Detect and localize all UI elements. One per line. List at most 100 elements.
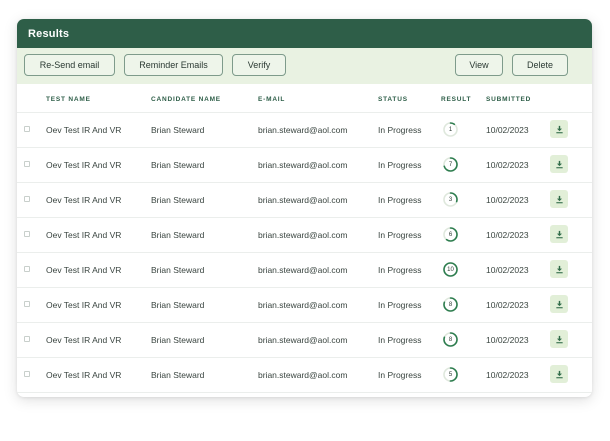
candidate-name-cell: Brian Steward <box>151 195 205 205</box>
download-button[interactable] <box>550 190 568 208</box>
result-value: 5 <box>448 371 453 378</box>
submitted-date-cell: 10/02/2023 <box>486 300 529 310</box>
table-row[interactable]: Oev Test IR And VR Brian Steward brian.ste… <box>17 218 592 253</box>
reminder-emails-button[interactable]: Reminder Emails <box>124 54 223 76</box>
candidate-name-cell: Brian Steward <box>151 125 205 135</box>
result-progress-ring: 5 <box>442 366 459 383</box>
status-cell: In Progress <box>378 265 422 275</box>
download-button[interactable] <box>550 155 568 173</box>
status-cell: In Progress <box>378 370 422 380</box>
table-row[interactable]: Oev Test IR And VR Brian Steward brian.ste… <box>17 288 592 323</box>
download-button[interactable] <box>550 365 568 383</box>
status-cell: In Progress <box>378 335 422 345</box>
column-header-test-name: TEST NAME <box>46 96 91 103</box>
candidate-name-cell: Brian Steward <box>151 335 205 345</box>
column-header-status: STATUS <box>378 96 408 103</box>
download-icon <box>555 265 563 273</box>
table-row[interactable]: Oev Test IR And VR Brian Steward brian.ste… <box>17 323 592 358</box>
result-value: 10 <box>447 266 454 273</box>
test-name-cell: Oev Test IR And VR <box>46 230 122 240</box>
result-progress-ring: 8 <box>442 331 459 348</box>
submitted-date-cell: 10/02/2023 <box>486 195 529 205</box>
email-cell: brian.steward@aol.com <box>258 125 348 135</box>
result-value: 8 <box>448 301 453 308</box>
test-name-cell: Oev Test IR And VR <box>46 335 122 345</box>
candidate-name-cell: Brian Steward <box>151 265 205 275</box>
download-button[interactable] <box>550 260 568 278</box>
email-cell: brian.steward@aol.com <box>258 265 348 275</box>
row-checkbox[interactable] <box>24 231 30 237</box>
candidate-name-cell: Brian Steward <box>151 300 205 310</box>
test-name-cell: Oev Test IR And VR <box>46 370 122 380</box>
column-header-candidate-name: CANDIDATE NAME <box>151 96 221 103</box>
result-value: 1 <box>448 126 453 133</box>
delete-button[interactable]: Delete <box>512 54 568 76</box>
status-cell: In Progress <box>378 125 422 135</box>
result-progress-ring: 1 <box>442 121 459 138</box>
candidate-name-cell: Brian Steward <box>151 370 205 380</box>
row-checkbox[interactable] <box>24 161 30 167</box>
email-cell: brian.steward@aol.com <box>258 370 348 380</box>
view-button[interactable]: View <box>455 54 503 76</box>
status-cell: In Progress <box>378 300 422 310</box>
row-checkbox[interactable] <box>24 196 30 202</box>
result-value: 3 <box>448 196 453 203</box>
download-icon <box>555 195 563 203</box>
download-icon <box>555 125 563 133</box>
download-icon <box>555 370 563 378</box>
email-cell: brian.steward@aol.com <box>258 230 348 240</box>
submitted-date-cell: 10/02/2023 <box>486 160 529 170</box>
test-name-cell: Oev Test IR And VR <box>46 265 122 275</box>
test-name-cell: Oev Test IR And VR <box>46 300 122 310</box>
resend-email-button[interactable]: Re-Send email <box>24 54 115 76</box>
row-checkbox[interactable] <box>24 126 30 132</box>
verify-button[interactable]: Verify <box>232 54 286 76</box>
row-checkbox[interactable] <box>24 371 30 377</box>
table-body: Oev Test IR And VR Brian Steward brian.ste… <box>17 112 592 393</box>
download-button[interactable] <box>550 295 568 313</box>
download-icon <box>555 335 563 343</box>
row-checkbox[interactable] <box>24 301 30 307</box>
result-progress-ring: 3 <box>442 191 459 208</box>
result-value: 8 <box>448 336 453 343</box>
row-checkbox[interactable] <box>24 336 30 342</box>
result-value: 7 <box>448 161 453 168</box>
submitted-date-cell: 10/02/2023 <box>486 370 529 380</box>
status-cell: In Progress <box>378 195 422 205</box>
test-name-cell: Oev Test IR And VR <box>46 125 122 135</box>
result-progress-ring: 7 <box>442 156 459 173</box>
table-row[interactable]: Oev Test IR And VR Brian Steward brian.ste… <box>17 183 592 218</box>
table-row[interactable]: Oev Test IR And VR Brian Steward brian.ste… <box>17 253 592 288</box>
submitted-date-cell: 10/02/2023 <box>486 125 529 135</box>
download-icon <box>555 230 563 238</box>
result-progress-ring: 8 <box>442 296 459 313</box>
result-value: 6 <box>448 231 453 238</box>
download-icon <box>555 160 563 168</box>
table-row[interactable]: Oev Test IR And VR Brian Steward brian.ste… <box>17 112 592 148</box>
action-toolbar: Re-Send email Reminder Emails Verify Vie… <box>17 48 592 84</box>
email-cell: brian.steward@aol.com <box>258 335 348 345</box>
submitted-date-cell: 10/02/2023 <box>486 265 529 275</box>
test-name-cell: Oev Test IR And VR <box>46 160 122 170</box>
download-button[interactable] <box>550 120 568 138</box>
candidate-name-cell: Brian Steward <box>151 160 205 170</box>
email-cell: brian.steward@aol.com <box>258 160 348 170</box>
column-header-result: RESULT <box>441 96 472 103</box>
table-header: TEST NAME CANDIDATE NAME E-MAIL STATUS R… <box>17 84 592 112</box>
email-cell: brian.steward@aol.com <box>258 300 348 310</box>
column-header-email: E-MAIL <box>258 96 286 103</box>
result-progress-ring: 10 <box>442 261 459 278</box>
submitted-date-cell: 10/02/2023 <box>486 335 529 345</box>
row-checkbox[interactable] <box>24 266 30 272</box>
table-row[interactable]: Oev Test IR And VR Brian Steward brian.ste… <box>17 148 592 183</box>
candidate-name-cell: Brian Steward <box>151 230 205 240</box>
download-button[interactable] <box>550 225 568 243</box>
submitted-date-cell: 10/02/2023 <box>486 230 529 240</box>
panel-title: Results <box>17 19 592 48</box>
status-cell: In Progress <box>378 160 422 170</box>
column-header-submitted: SUBMITTED <box>486 96 532 103</box>
download-button[interactable] <box>550 330 568 348</box>
email-cell: brian.steward@aol.com <box>258 195 348 205</box>
download-icon <box>555 300 563 308</box>
table-row[interactable]: Oev Test IR And VR Brian Steward brian.ste… <box>17 358 592 393</box>
